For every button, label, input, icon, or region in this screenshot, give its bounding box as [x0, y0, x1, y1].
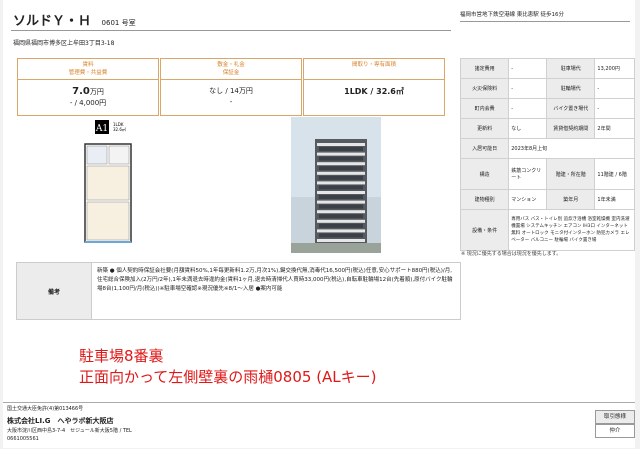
table-row: 諸定費用 - 駐車場代 13,200円 — [459, 58, 635, 79]
spec-value: - — [594, 98, 635, 119]
building-window — [319, 233, 363, 238]
building-window — [319, 166, 363, 171]
table-row: 設備・条件 専用バス バス・トイレ別 追炊き浴槽 浴室乾燥機 室内洗濯機置場 シス… — [459, 209, 635, 251]
plan-area: 32.6㎡ — [113, 126, 126, 132]
building-balcony — [317, 239, 365, 242]
building-window — [319, 214, 363, 219]
guarantee-value: - — [229, 98, 233, 106]
building-balcony — [317, 171, 365, 175]
transaction-type-label: 取引態様 — [595, 410, 635, 424]
spec-key: 階建・所在階 — [546, 158, 596, 190]
building-balcony — [317, 181, 365, 185]
plan-entrance — [108, 145, 130, 165]
building-photo — [291, 117, 381, 253]
guarantee-head: 保証金 — [222, 70, 240, 76]
building-window — [319, 147, 363, 151]
deposit-head: 敷金・礼金 — [217, 62, 245, 68]
spec-key: 入居可能日 — [459, 138, 510, 159]
spec-value: 専用バス バス・トイレ別 追炊き浴槽 浴室乾燥機 室内洗濯機置場 システムキッチ… — [508, 209, 635, 251]
building-balcony — [317, 210, 365, 214]
spec-value: 13,200円 — [594, 58, 635, 79]
spec-key: 諸定費用 — [459, 58, 510, 79]
deposit-value: なし / 14万円 — [209, 87, 253, 95]
spec-key: バイク置き場代 — [546, 98, 596, 119]
layout-box: 間取り・専有面積 1LDK / 32.6㎡ — [303, 58, 445, 116]
table-row: 建物種別 マンション 築年月 1年未満 — [459, 189, 635, 210]
floor-plan: A1 1LDK 32.6㎡ — [84, 120, 132, 243]
transaction-type-value: 仲介 — [595, 424, 635, 438]
spec-value: - — [508, 98, 548, 119]
building-balcony — [317, 152, 365, 156]
agency-tel: 0661005561 — [7, 436, 39, 442]
spec-key: 更新料 — [459, 118, 510, 139]
spec-value: - — [508, 58, 548, 79]
plan-bath — [86, 145, 108, 165]
spec-key: 建物種別 — [459, 189, 510, 210]
spec-key: 駐輪場代 — [546, 78, 596, 99]
memo-line-2: 正面向かって左側壁裏の雨樋0805 (ALキー) — [79, 368, 377, 386]
spec-value: 1年未満 — [594, 189, 635, 210]
address: 福岡県福岡市博多区上牟田3丁目3-18 — [13, 40, 115, 47]
agency-name: 株式会社LI.G へやラボ新大阪店 — [7, 417, 114, 425]
table-row: 入居可能日 2023年8月上旬 — [459, 138, 635, 159]
spec-value: 鉄筋コンクリート — [508, 158, 548, 190]
fee-head: 管理費・共益費 — [68, 70, 108, 76]
plan-bedroom — [86, 201, 130, 241]
building-balcony — [317, 200, 365, 204]
building-balcony — [317, 162, 365, 166]
spec-value: 2年間 — [594, 118, 635, 139]
room-number: 0601 号室 — [101, 19, 136, 27]
building-window — [319, 156, 363, 161]
remarks-text: 新築 ● 個人契約時保証会社要(月額賃料50%,1年毎更新料1.2万,月次1%)… — [97, 268, 453, 292]
building-balcony — [317, 143, 365, 146]
access-info: 福岡市営地下鉄空港線 東比恵駅 徒歩16分 — [460, 10, 630, 22]
agency-address: 大阪市淀川区西中島3-7-4 セジュール新大阪5階 / TEL — [7, 428, 132, 434]
building-balcony — [317, 229, 365, 233]
table-row: 構造 鉄筋コンクリート 階建・所在階 11階建 / 6階 — [459, 158, 635, 190]
building-window — [319, 195, 363, 199]
spec-key: 町内会費 — [459, 98, 510, 119]
spec-key: 築年月 — [546, 189, 596, 210]
building-balcony — [317, 219, 365, 223]
title-divider — [11, 30, 451, 31]
building-window — [319, 204, 363, 209]
layout-head: 間取り・専有面積 — [351, 62, 396, 68]
table-row: 町内会費 - バイク置き場代 - — [459, 98, 635, 119]
building-window — [319, 175, 363, 180]
rent-value: 7.0 — [72, 86, 90, 97]
fee-value: - / 4,000円 — [69, 99, 107, 107]
remarks-label: 備考 — [17, 263, 92, 319]
property-name: ソルドＹ・Ｈ — [13, 14, 92, 29]
spec-value: - — [508, 78, 548, 99]
spec-note: ※ 現況に優先する場合は現況を優先します。 — [461, 251, 562, 257]
property-title: ソルドＹ・Ｈ 0601 号室 — [13, 10, 136, 29]
spec-key: 設備・条件 — [459, 209, 510, 251]
rent-unit: 万円 — [89, 88, 104, 96]
deposit-box: 敷金・礼金保証金 なし / 14万円 - — [160, 58, 302, 116]
table-row: 火災保険料 - 駐輪場代 - — [459, 78, 635, 99]
spec-key: 構造 — [459, 158, 510, 190]
building-balcony — [317, 191, 365, 194]
spec-value: 11階建 / 6階 — [594, 158, 635, 190]
memo-line-1: 駐車場8番裏 — [79, 347, 164, 365]
spec-value: 2023年8月上旬 — [508, 138, 635, 159]
license-number: 国土交通大臣免許(4)第013466号 — [7, 406, 84, 412]
rent-box: 賃料管理費・共益費 7.0万円 - / 4,000円 — [17, 58, 159, 116]
spec-table: 諸定費用 - 駐車場代 13,200円 火災保険料 - 駐輪場代 - 町内会費 - バイク置き場… — [459, 58, 635, 251]
spec-value: マンション — [508, 189, 548, 210]
spec-key: 火災保険料 — [459, 78, 510, 99]
building-window — [319, 223, 363, 228]
plan-badge-text: A1 — [95, 124, 108, 134]
listing-page: ソルドＹ・Ｈ 0601 号室 福岡県福岡市博多区上牟田3丁目3-18 福岡市営地… — [3, 0, 635, 448]
rent-head: 賃料 — [82, 62, 94, 68]
spec-key: 賃貸借契約期間 — [546, 118, 596, 139]
spec-value: - — [594, 78, 635, 99]
table-row: 更新料 なし 賃貸借契約期間 2年間 — [459, 118, 635, 139]
plan-ldk — [86, 165, 130, 201]
spec-key: 駐車場代 — [546, 58, 596, 79]
spec-value: なし — [508, 118, 548, 139]
layout-value: 1LDK / 32.6㎡ — [344, 87, 404, 96]
remarks-box: 備考 新築 ● 個人契約時保証会社要(月額賃料50%,1年毎更新料1.2万,月次… — [16, 262, 461, 320]
building-window — [319, 185, 363, 190]
